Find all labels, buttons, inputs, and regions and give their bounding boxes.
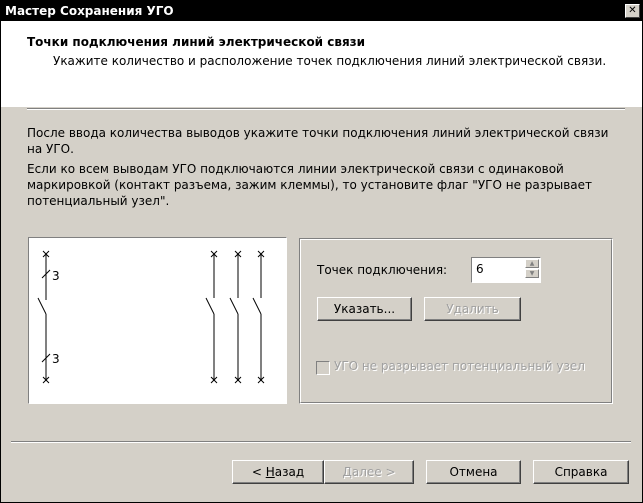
wire-marking-top: 3 [52,269,60,283]
back-button-prefix: < [251,465,266,479]
wizard-window: Мастер Сохранения УГО ✕ Точки подключени… [0,0,643,503]
header-divider [27,108,625,110]
spin-down-arrow-icon[interactable]: ▼ [525,269,539,278]
potential-node-checkbox[interactable] [316,361,330,375]
help-button[interactable]: Справка [533,460,629,484]
next-button[interactable]: Далее > [324,460,414,484]
close-button[interactable]: ✕ [625,4,640,18]
instruction-text-2: Если ко всем выводам УГО подключаются ли… [27,162,593,208]
back-button[interactable]: < Назад [232,460,324,484]
page-title: Точки подключения линий электрической св… [27,35,366,49]
window-title: Мастер Сохранения УГО [5,4,174,18]
back-button-label: азад [274,465,305,479]
points-count-value[interactable]: 6 [476,262,484,276]
title-bar[interactable]: Мастер Сохранения УГО ✕ [1,1,642,21]
points-count-label: Точек подключения: [317,263,448,277]
page-subtitle: Укажите количество и расположение точек … [53,54,607,68]
cancel-button[interactable]: Отмена [426,460,521,484]
delete-button[interactable]: Удалить [424,297,521,321]
symbol-preview-drawing: 3 3 [37,250,265,384]
footer-divider [11,441,631,443]
spin-up-arrow-icon[interactable]: ▲ [525,259,539,268]
back-button-accelerator: Н [265,465,275,479]
instruction-text-1: После ввода количества выводов укажите т… [27,126,609,156]
symbol-preview: 3 3 [28,237,287,404]
specify-button[interactable]: Указать... [317,297,412,321]
potential-node-checkbox-label[interactable]: УГО не разрывает потенциальный узел [334,359,585,373]
points-count-spinner[interactable]: 6 ▲ ▼ [471,257,541,283]
wire-marking-bottom: 3 [52,352,60,366]
